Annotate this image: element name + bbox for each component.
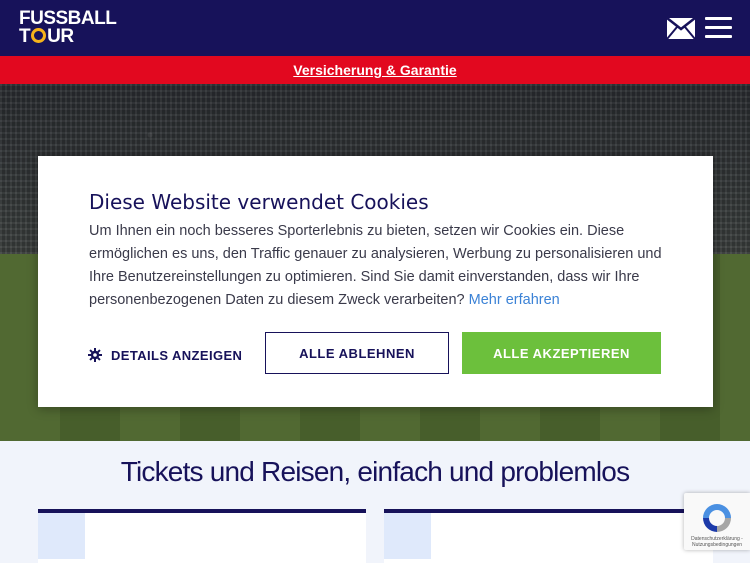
top-navigation-bar: FUSSBALL T UR [0, 0, 750, 56]
insurance-guarantee-link[interactable]: Versicherung & Garantie [293, 62, 456, 78]
accept-all-button[interactable]: ALLE AKZEPTIEREN [462, 332, 661, 374]
recaptcha-badge[interactable]: Datenschutzerklärung - Nutzungsbedingung… [684, 493, 750, 550]
recaptcha-links[interactable]: Datenschutzerklärung - Nutzungsbedingung… [686, 536, 748, 548]
cookie-dialog-title: Diese Website verwendet Cookies [89, 190, 429, 214]
offer-card[interactable] [384, 509, 713, 563]
mail-icon[interactable] [667, 18, 695, 39]
fussballtour-logo[interactable]: FUSSBALL T UR [19, 9, 117, 48]
cookie-description: Um Ihnen ein noch besseres Sporterlebnis… [89, 223, 662, 308]
section-heading: Tickets und Reisen, einfach und probleml… [120, 456, 630, 487]
recaptcha-icon [703, 504, 731, 532]
cookie-dialog-text: Um Ihnen ein noch besseres Sporterlebnis… [89, 220, 669, 312]
logo-text-line2: T UR [19, 26, 74, 47]
promo-bar: Versicherung & Garantie [0, 56, 750, 84]
cookie-consent-dialog: Diese Website verwendet Cookies Um Ihnen… [38, 156, 713, 407]
card-thumbnail [384, 513, 431, 559]
logo-ball-icon [31, 28, 47, 43]
gear-icon [88, 348, 102, 362]
menu-icon[interactable] [705, 17, 732, 39]
show-details-label: DETAILS ANZEIGEN [111, 347, 243, 363]
decline-all-button[interactable]: ALLE ABLEHNEN [265, 332, 449, 374]
show-details-button[interactable]: DETAILS ANZEIGEN [88, 345, 242, 365]
card-thumbnail [38, 513, 85, 559]
offer-card[interactable] [38, 509, 366, 563]
more-info-link[interactable]: Mehr erfahren [469, 292, 560, 308]
